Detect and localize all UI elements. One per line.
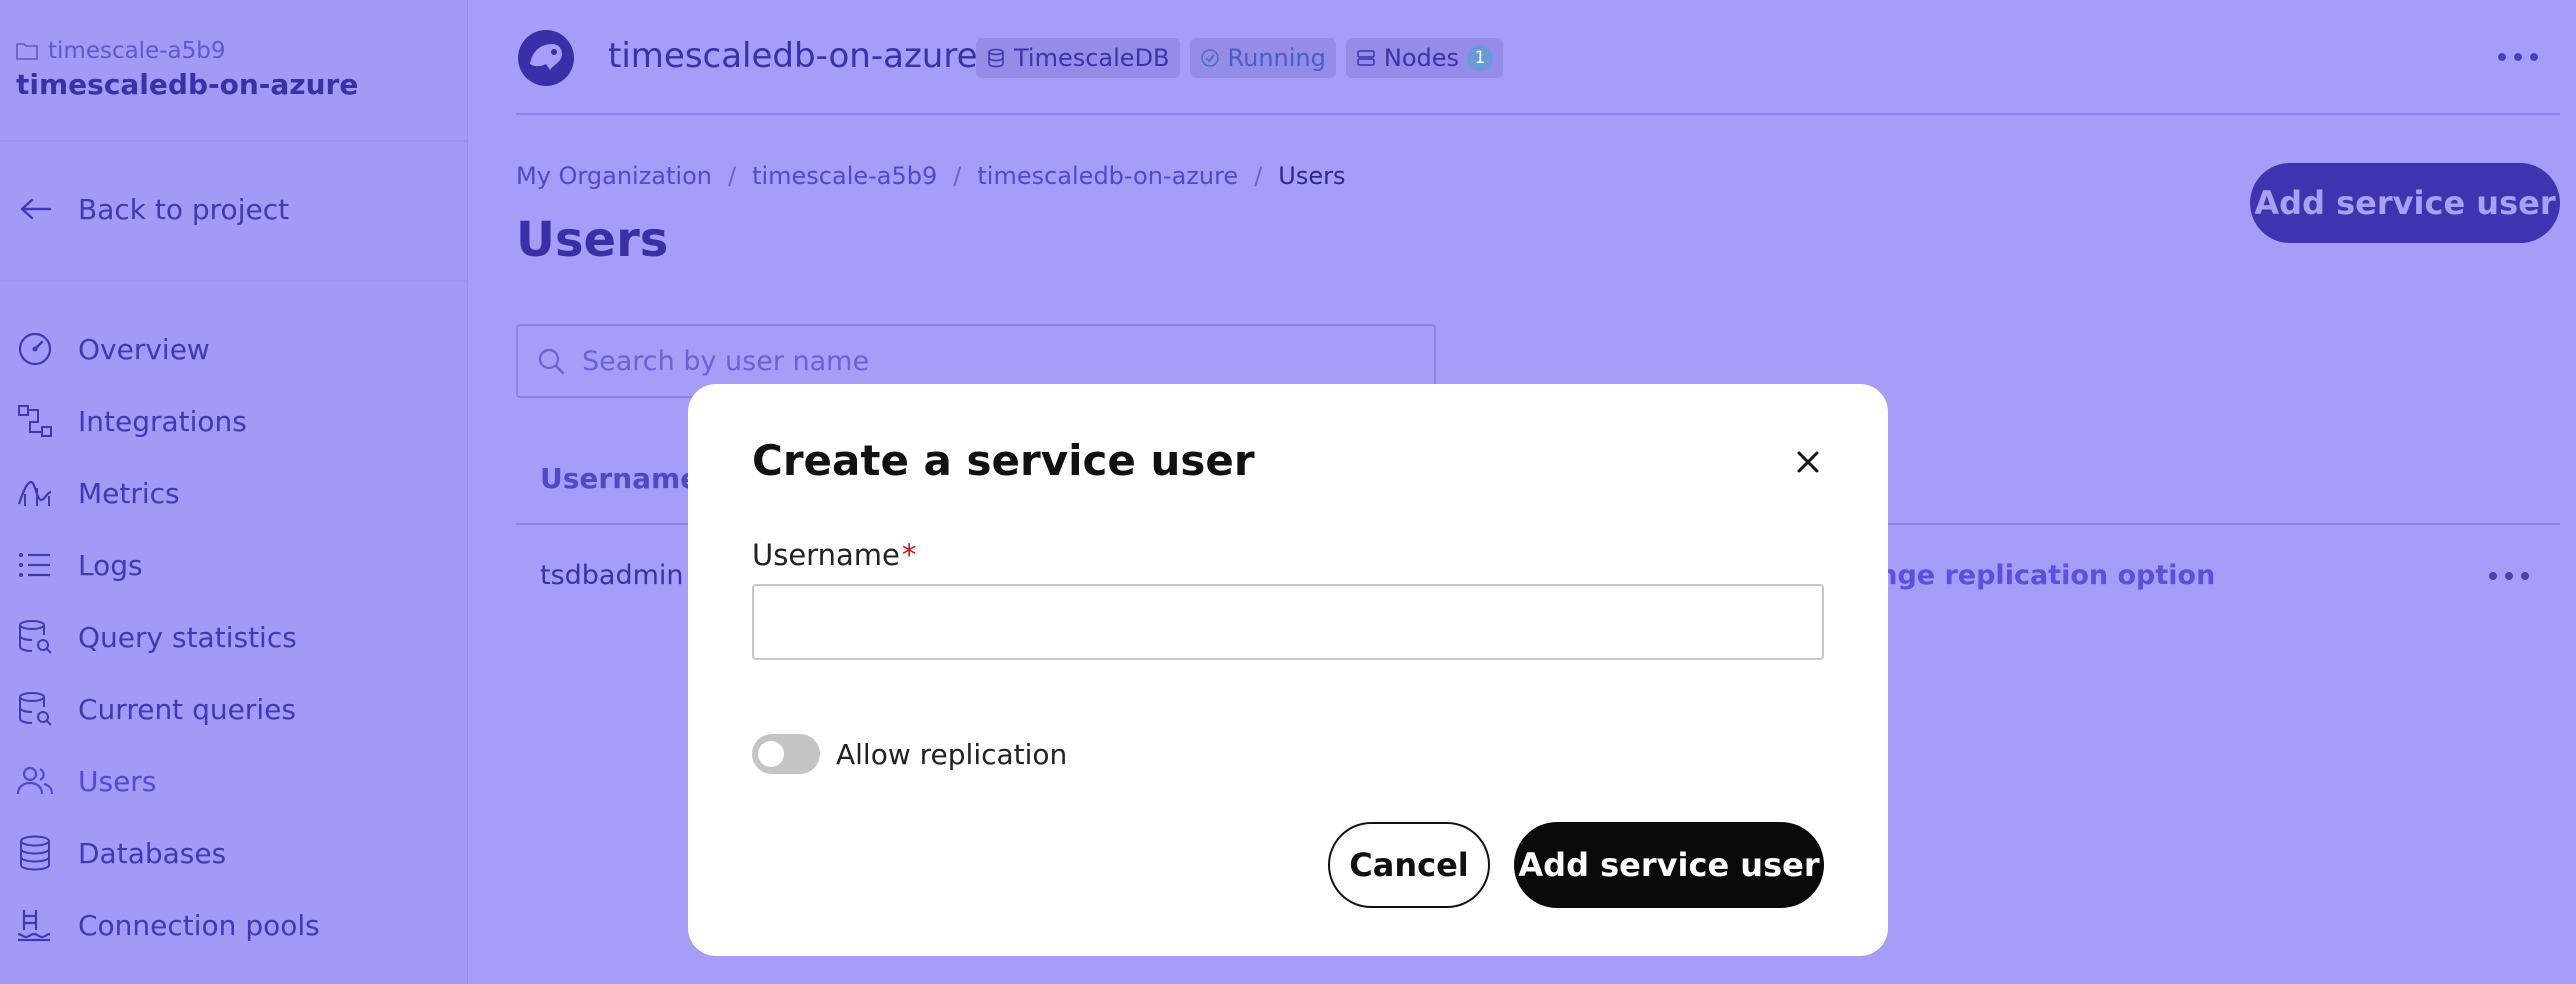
database-search-icon	[19, 692, 52, 726]
breadcrumb-project[interactable]: timescale-a5b9	[752, 162, 937, 190]
username-input[interactable]	[752, 584, 1824, 660]
nodes-badge[interactable]: Nodes 1	[1345, 38, 1504, 78]
sidebar-item-label: Connection pools	[78, 908, 320, 942]
breadcrumb-service[interactable]: timescaledb-on-azure	[977, 162, 1238, 190]
breadcrumb-org[interactable]: My Organization	[516, 162, 712, 190]
change-replication-link[interactable]: ange replication option	[1860, 560, 2215, 591]
sidebar-item-label: Integrations	[78, 404, 247, 438]
sidebar-item-label: Query statistics	[78, 620, 297, 654]
sidebar-item-users[interactable]: Users	[16, 762, 156, 800]
status-badge: Running	[1189, 38, 1336, 78]
required-mark: *	[901, 538, 917, 572]
search-input[interactable]	[582, 345, 1402, 377]
username-label-text: Username	[752, 538, 900, 572]
more-options-icon[interactable]	[2494, 42, 2542, 72]
toggle-knob	[758, 741, 784, 767]
back-label: Back to project	[78, 192, 290, 226]
nodes-count: 1	[1467, 45, 1494, 71]
nodes-badge-label: Nodes	[1383, 44, 1460, 72]
type-badge-label: TimescaleDB	[1014, 44, 1170, 72]
close-icon[interactable]	[1788, 442, 1828, 482]
metrics-icon	[17, 480, 52, 506]
sidebar-item-overview[interactable]: Overview	[16, 330, 210, 368]
status-badge-label: Running	[1227, 44, 1326, 72]
breadcrumb-current: Users	[1278, 162, 1346, 190]
username-label: Username *	[752, 538, 916, 572]
sidebar: timescale-a5b9 timescaledb-on-azure Back…	[0, 0, 468, 984]
dialog-title: Create a service user	[752, 436, 1255, 485]
allow-replication-toggle[interactable]	[752, 734, 820, 774]
database-search-icon	[19, 620, 52, 654]
sidebar-item-metrics[interactable]: Metrics	[16, 474, 180, 512]
pool-icon	[17, 910, 51, 942]
page-title: Users	[516, 212, 669, 268]
project-link[interactable]: timescale-a5b9	[16, 38, 226, 64]
project-name: timescale-a5b9	[48, 38, 226, 64]
column-header-username[interactable]: Username	[540, 462, 699, 495]
service-name: timescaledb-on-azure	[16, 68, 359, 101]
divider	[0, 280, 468, 282]
arrow-left-icon	[20, 198, 52, 220]
sidebar-item-connection-pools[interactable]: Connection pools	[16, 906, 320, 944]
type-badge: TimescaleDB	[976, 38, 1180, 78]
cancel-button[interactable]: Cancel	[1328, 822, 1490, 908]
header-divider	[516, 113, 2560, 115]
server-icon	[1357, 50, 1375, 66]
users-icon	[16, 766, 54, 795]
divider	[0, 140, 468, 142]
sidebar-item-label: Overview	[78, 332, 210, 366]
allow-replication-label: Allow replication	[836, 738, 1068, 771]
submit-add-service-user-button[interactable]: Add service user	[1514, 822, 1824, 908]
breadcrumb: My Organization / timescale-a5b9 / times…	[516, 162, 1346, 190]
sidebar-item-label: Databases	[78, 836, 227, 870]
check-circle-icon	[1200, 49, 1219, 67]
breadcrumb-separator: /	[953, 162, 962, 190]
sidebar-item-current-queries[interactable]: Current queries	[16, 690, 296, 728]
table-row-username: tsdbadmin	[540, 560, 684, 591]
sidebar-item-integrations[interactable]: Integrations	[16, 402, 247, 440]
sidebar-item-label: Users	[78, 764, 157, 798]
breadcrumb-separator: /	[727, 162, 737, 190]
database-icon	[20, 835, 50, 871]
integrations-icon	[18, 405, 52, 437]
folder-icon	[16, 43, 38, 60]
breadcrumb-separator: /	[1254, 162, 1263, 190]
search-icon	[538, 348, 565, 375]
sidebar-item-label: Metrics	[78, 476, 180, 510]
timescale-logo-icon[interactable]	[516, 28, 576, 88]
sidebar-item-label: Logs	[78, 548, 143, 582]
sidebar-item-query-statistics[interactable]: Query statistics	[16, 618, 297, 656]
back-to-project-link[interactable]: Back to project	[16, 190, 289, 228]
gauge-icon	[18, 332, 52, 366]
service-badges: TimescaleDB Running Nodes 1	[976, 38, 1504, 78]
sidebar-item-databases[interactable]: Databases	[16, 834, 226, 872]
database-icon	[988, 48, 1004, 68]
sidebar-item-label: Current queries	[78, 692, 296, 726]
sidebar-item-logs[interactable]: Logs	[16, 546, 143, 584]
list-icon	[19, 553, 50, 577]
service-title: timescaledb-on-azure	[608, 36, 978, 76]
add-service-user-button[interactable]: Add service user	[2250, 163, 2560, 243]
create-service-user-dialog: Create a service user Username * Allow r…	[688, 384, 1888, 956]
row-more-options-icon[interactable]	[2486, 563, 2532, 589]
